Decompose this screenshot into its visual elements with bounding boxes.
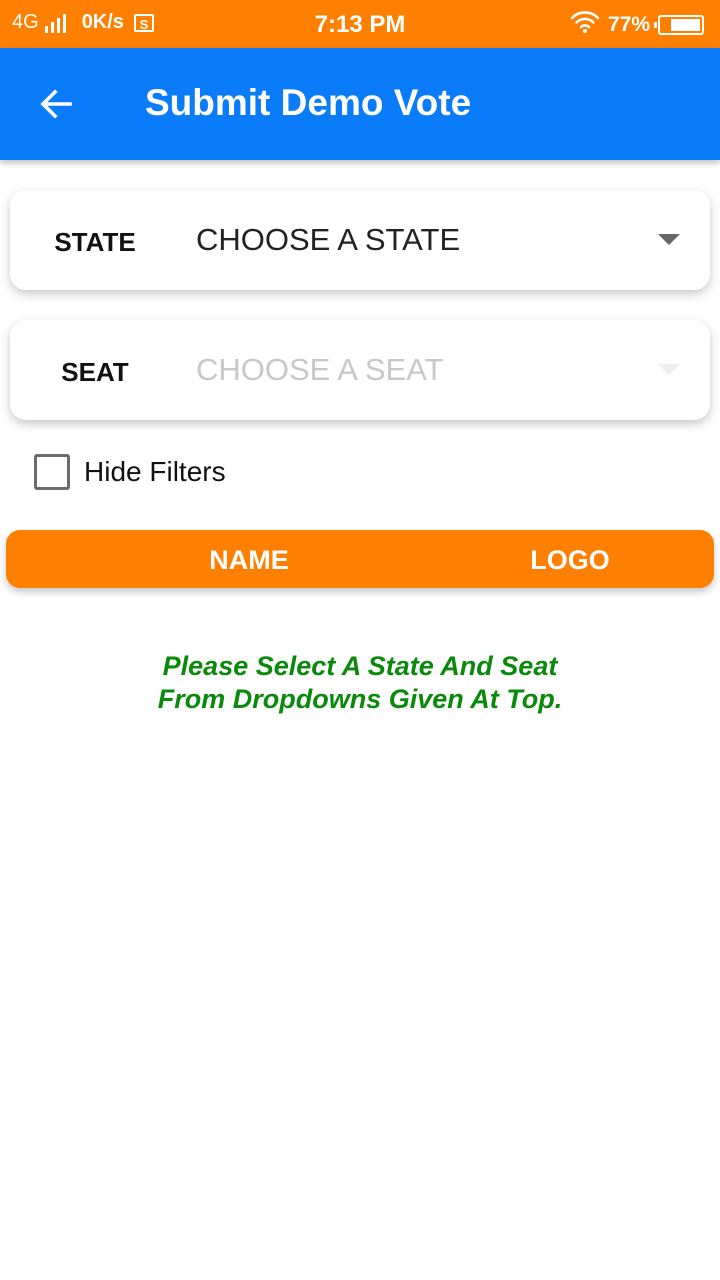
battery-percent: 77% [607,13,650,36]
empty-state-message: Please Select A State And Seat From Drop… [60,650,660,716]
hide-filters-label[interactable]: Hide Filters [84,456,226,488]
state-select-value[interactable]: CHOOSE A STATE [196,222,460,258]
seat-label: SEAT [61,357,129,387]
dropdown-arrow-icon[interactable] [658,234,680,245]
page-title: Submit Demo Vote [145,82,472,123]
dropdown-arrow-icon[interactable] [658,364,680,375]
message-line-1: Please Select A State And Seat [162,651,558,681]
hide-filters-checkbox[interactable] [34,454,70,490]
message-line-2: From Dropdowns Given At Top. [157,684,563,714]
back-button[interactable] [24,76,88,132]
state-label: STATE [54,227,136,257]
column-header-logo: LOGO [530,545,610,575]
battery-level-fill [670,19,700,31]
arrow-left-icon [40,89,72,119]
app-bar: Submit Demo Vote [0,48,720,160]
seat-select-value[interactable]: CHOOSE A SEAT [196,352,444,388]
hide-filters-toggle[interactable]: Hide Filters [34,454,226,490]
status-bar: 4G 0K/s S 7:13 PM 77% [0,0,720,48]
battery-icon [654,15,704,35]
status-right: 77% [570,11,704,39]
state-select[interactable]: STATE CHOOSE A STATE [10,190,710,290]
wifi-icon [570,11,600,39]
table-header: NAME LOGO [6,530,714,588]
column-header-name: NAME [209,545,289,575]
seat-select[interactable]: SEAT CHOOSE A SEAT [10,320,710,420]
